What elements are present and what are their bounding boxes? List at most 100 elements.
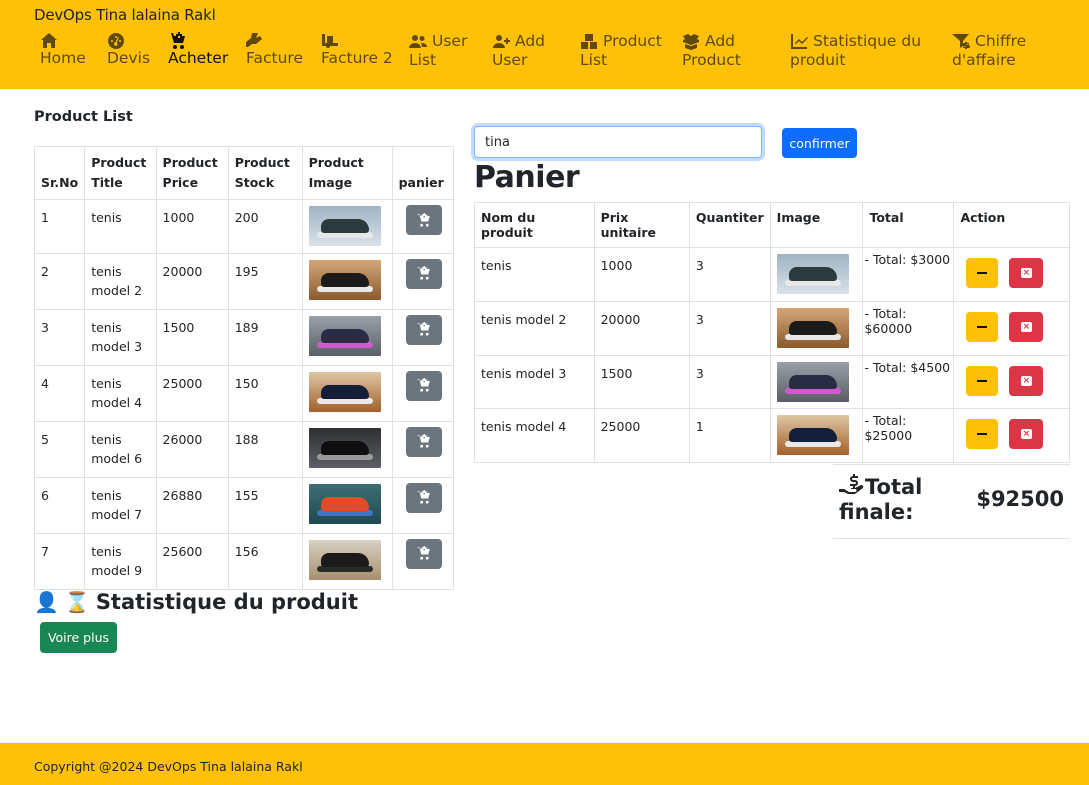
nav-item-label: Chiffre [975, 32, 1027, 50]
cart-cell-action: × [953, 300, 1070, 356]
add-to-cart-button[interactable] [405, 482, 442, 513]
cart-plus-icon [168, 32, 185, 49]
cell-panier [391, 532, 455, 590]
home-icon [41, 33, 57, 48]
nav-item-home[interactable]: Home [40, 32, 86, 68]
decrease-quantity-button[interactable] [966, 258, 999, 288]
cart-cell-image [769, 354, 864, 410]
col-header-panier: panier [391, 146, 455, 200]
col-header-title: Product Title [84, 146, 157, 200]
nav-item-adduser[interactable]: Add User [492, 32, 545, 70]
remove-item-button[interactable]: × [1009, 365, 1044, 396]
search-input[interactable] [474, 126, 762, 158]
cart-table-header: Nom du produit Prix unitaire Quantiter I… [474, 202, 1070, 248]
cart-cell-image [769, 247, 864, 302]
cell-stock: 155 [227, 476, 303, 534]
cart-col-total: Total [862, 202, 955, 248]
cell-stock: 189 [227, 308, 303, 366]
cart-cell-total: - Total: $3000 [862, 247, 955, 302]
stat-heading-text: Statistique du produit [95, 590, 358, 614]
cart-cell-price: 1500 [593, 354, 690, 410]
decrease-quantity-button[interactable] [966, 419, 999, 450]
product-image [308, 539, 381, 580]
cell-price: 25000 [155, 364, 229, 422]
add-to-cart-button[interactable] [405, 426, 442, 457]
product-image [308, 371, 381, 412]
table-row: 1 tenis 1000 200 [33, 199, 455, 254]
nav-item-label: Add [705, 32, 736, 50]
hourglass-icon: ⌛ [64, 590, 90, 614]
cell-stock: 195 [227, 252, 303, 310]
cart-cell-image [769, 300, 864, 356]
cart-cell-action: × [953, 408, 1070, 464]
add-to-cart-button[interactable] [405, 314, 442, 345]
cart-cell-name: tenis model 3 [474, 354, 595, 410]
table-row: 3 tenis model 3 1500 189 [33, 308, 455, 366]
cell-image [301, 308, 393, 366]
voir-plus-button[interactable]: Voire plus [40, 622, 117, 653]
col-header-stock: Product Stock [227, 146, 303, 200]
nav-item-row: Statistique du [790, 32, 921, 51]
nav-item-row: Chiffre [952, 32, 1026, 51]
cart-cell-name: tenis model 2 [474, 300, 595, 356]
cart-plus-icon [417, 434, 430, 448]
decrease-quantity-button[interactable] [966, 365, 999, 396]
cell-panier [391, 476, 455, 534]
cart-cell-price: 1000 [593, 247, 690, 302]
nav-item-facture[interactable]: Facture [246, 32, 303, 68]
truck-ramp-icon [322, 34, 338, 48]
nav-item-productlist[interactable]: Product List [580, 32, 662, 70]
table-row: 7 tenis model 9 25600 156 [33, 532, 455, 590]
nav-item-ca[interactable]: Chiffre d'affaire [952, 32, 1026, 70]
product-image [308, 483, 381, 524]
users-icon [409, 35, 427, 48]
close-square-icon: × [1020, 268, 1032, 278]
table-row: 2 tenis model 2 20000 195 [33, 252, 455, 310]
cell-panier [391, 199, 455, 254]
cell-srno: 6 [33, 476, 86, 534]
nav-item-stat[interactable]: Statistique du produit [790, 32, 921, 70]
nav-item-label-2: d'affaire [952, 51, 1016, 69]
decrease-quantity-button[interactable] [966, 311, 999, 342]
cell-srno: 3 [33, 308, 86, 366]
nav-item-devis[interactable]: Devis [107, 32, 150, 68]
gauge-icon [108, 33, 124, 49]
confirm-button[interactable]: confirmer [782, 128, 857, 158]
remove-item-button[interactable]: × [1009, 258, 1044, 288]
cart-table: Nom du produit Prix unitaire Quantiter I… [474, 202, 1070, 464]
product-image [776, 361, 849, 402]
cart-cell-name: tenis model 4 [474, 408, 595, 464]
add-to-cart-button[interactable] [405, 205, 442, 235]
cart-plus-icon [417, 490, 430, 504]
brand-title[interactable]: DevOps Tina lalaina Rakl [34, 6, 216, 24]
user-icon: 👤 [34, 590, 59, 614]
nav-item-facture2[interactable]: Facture 2 [321, 32, 393, 68]
cell-panier [391, 364, 455, 422]
nav-item-row: Add [492, 32, 545, 51]
box-open-icon [683, 34, 699, 50]
final-total-box: Total finale: $92500 [833, 464, 1070, 539]
cart-plus-icon [417, 212, 430, 227]
remove-item-button[interactable]: × [1009, 311, 1044, 342]
nav-item-acheter[interactable]: Acheter [168, 32, 228, 68]
remove-item-button[interactable]: × [1009, 419, 1044, 450]
add-to-cart-button[interactable] [405, 370, 442, 401]
cell-image [301, 476, 393, 534]
footer-copyright: Copyright @2024 DevOps Tina lalaina Rakl [34, 759, 303, 774]
col-header-price: Product Price [155, 146, 229, 200]
cell-srno: 2 [33, 252, 86, 310]
cell-panier [391, 308, 455, 366]
nav-item-row: User [409, 32, 467, 51]
final-total-label: Total finale: [839, 474, 922, 525]
minus-icon [977, 325, 988, 328]
cart-cell-total: - Total: $60000 [862, 300, 955, 356]
cell-image [301, 420, 393, 478]
cart-row: tenis 1000 3 - Total: $3000 × [474, 247, 1070, 302]
nav-item-addproduct[interactable]: Add Product [682, 32, 741, 70]
add-to-cart-button[interactable] [405, 258, 442, 289]
cell-title: tenis model 3 [84, 308, 157, 366]
nav-item-userlist[interactable]: User List [409, 32, 467, 70]
cell-price: 1500 [155, 308, 229, 366]
table-row: 5 tenis model 6 26000 188 [33, 420, 455, 478]
add-to-cart-button[interactable] [405, 538, 442, 569]
